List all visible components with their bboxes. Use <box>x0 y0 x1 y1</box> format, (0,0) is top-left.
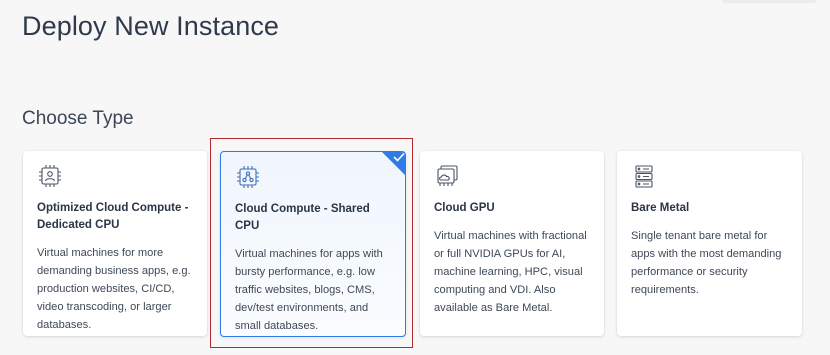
card-title: Cloud GPU <box>434 202 495 214</box>
gpu-cloud-icon <box>437 165 458 186</box>
check-icon <box>393 152 405 162</box>
section-title: Choose Type <box>22 108 134 129</box>
card-description: Single tenant bare metal for apps with t… <box>631 230 782 296</box>
cpu-share-icon <box>237 166 259 188</box>
server-rack-icon <box>635 165 653 188</box>
card-title: Cloud Compute - Shared CPU <box>235 203 370 232</box>
instance-type-card-cloud-gpu[interactable]: Cloud GPU Virtual machines with fraction… <box>420 151 604 336</box>
card-description: Virtual machines with fractional or full… <box>434 230 587 314</box>
card-description: Virtual machines for apps with bursty pe… <box>235 248 383 332</box>
page-title: Deploy New Instance <box>22 11 280 41</box>
card-description: Virtual machines for more demanding busi… <box>37 247 191 331</box>
selected-check-badge <box>381 152 405 176</box>
instance-type-card-shared-cpu[interactable]: Cloud Compute - Shared CPU Virtual machi… <box>220 151 406 337</box>
top-bar-edge <box>722 0 817 3</box>
card-title: Optimized Cloud Compute - Dedicated CPU <box>37 202 189 231</box>
card-title: Bare Metal <box>631 202 690 214</box>
cpu-user-icon <box>39 165 61 187</box>
instance-type-card-bare-metal[interactable]: Bare Metal Single tenant bare metal for … <box>617 151 802 336</box>
instance-type-card-optimized[interactable]: Optimized Cloud Compute - Dedicated CPU … <box>23 151 207 336</box>
